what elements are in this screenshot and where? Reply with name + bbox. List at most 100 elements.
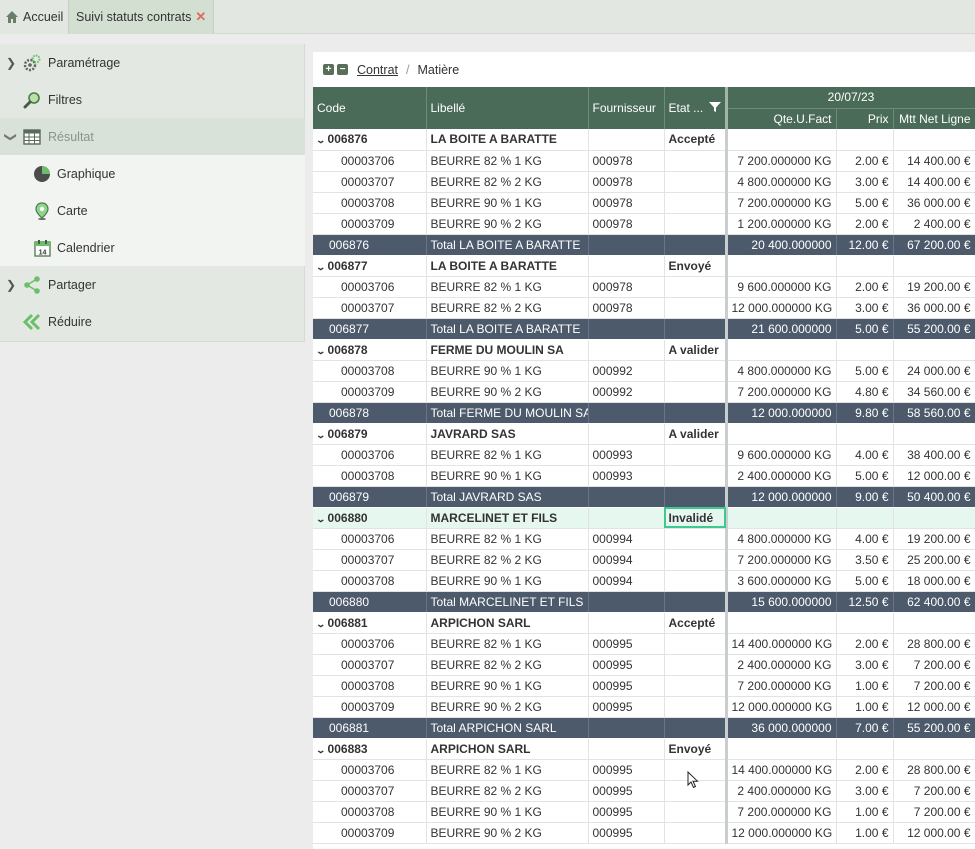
cell-mtt[interactable]: [893, 255, 975, 277]
cell-code[interactable]: 00003708: [313, 801, 427, 823]
cell-qte[interactable]: 14 400.000000 KG: [726, 633, 837, 655]
group-row[interactable]: ⌄006878 FERME DU MOULIN SA A valider: [313, 339, 975, 361]
cell-qte[interactable]: [726, 507, 837, 529]
cell-qte[interactable]: 12 000.000000: [726, 486, 837, 508]
cell-libelle[interactable]: BEURRE 82 % 1 KG: [426, 759, 589, 781]
expand-all-icon[interactable]: +: [323, 64, 334, 75]
cell-code[interactable]: 006879: [313, 486, 427, 508]
cell-prix[interactable]: 2.00 €: [836, 759, 894, 781]
cell-qte[interactable]: 7 200.000000 KG: [726, 675, 837, 697]
cell-mtt[interactable]: [893, 738, 975, 760]
cell-mtt[interactable]: 14 400.00 €: [893, 171, 975, 193]
cell-prix[interactable]: [836, 129, 894, 151]
cell-libelle[interactable]: BEURRE 90 % 2 KG: [426, 213, 589, 235]
cell-prix[interactable]: 4.80 €: [836, 381, 894, 403]
sidebar-item-partager[interactable]: ❯ Partager: [0, 266, 305, 303]
cell-qte[interactable]: 7 200.000000 KG: [726, 192, 837, 214]
cell-prix[interactable]: 5.00 €: [836, 192, 894, 214]
cell-etat[interactable]: Accepté: [664, 612, 728, 634]
cell-fournisseur[interactable]: 000995: [588, 801, 665, 823]
cell-etat[interactable]: [664, 486, 728, 508]
collapse-all-icon[interactable]: −: [337, 64, 348, 75]
cell-libelle[interactable]: BEURRE 82 % 2 KG: [426, 297, 589, 319]
cell-fournisseur[interactable]: [588, 234, 665, 256]
cell-prix[interactable]: 12.50 €: [836, 591, 894, 613]
cell-fournisseur[interactable]: [588, 591, 665, 613]
cell-code[interactable]: 006881: [313, 717, 427, 739]
cell-fournisseur[interactable]: 000995: [588, 654, 665, 676]
cell-qte[interactable]: 2 400.000000 KG: [726, 780, 837, 802]
cell-etat[interactable]: Accepté: [664, 129, 728, 151]
sidebar-item-calendrier[interactable]: 14 Calendrier: [0, 229, 305, 266]
cell-mtt[interactable]: 12 000.00 €: [893, 696, 975, 718]
cell-fournisseur[interactable]: 000995: [588, 633, 665, 655]
cell-libelle[interactable]: BEURRE 90 % 2 KG: [426, 822, 589, 844]
cell-mtt[interactable]: 12 000.00 €: [893, 822, 975, 844]
cell-prix[interactable]: 3.00 €: [836, 171, 894, 193]
cell-etat[interactable]: [664, 549, 728, 571]
cell-mtt[interactable]: 38 400.00 €: [893, 444, 975, 466]
cell-mtt[interactable]: [893, 612, 975, 634]
cell-libelle[interactable]: MARCELINET ET FILS: [426, 507, 589, 529]
cell-etat[interactable]: [664, 444, 728, 466]
cell-qte[interactable]: 9 600.000000 KG: [726, 444, 837, 466]
cell-fournisseur[interactable]: 000993: [588, 444, 665, 466]
cell-libelle[interactable]: ARPICHON SARL: [426, 738, 589, 760]
cell-fournisseur[interactable]: 000993: [588, 465, 665, 487]
cell-qte[interactable]: 15 600.000000: [726, 591, 837, 613]
cell-mtt[interactable]: 55 200.00 €: [893, 318, 975, 340]
cell-libelle[interactable]: BEURRE 82 % 2 KG: [426, 780, 589, 802]
cell-etat[interactable]: [664, 213, 728, 235]
cell-mtt[interactable]: 36 000.00 €: [893, 192, 975, 214]
cell-libelle[interactable]: BEURRE 82 % 1 KG: [426, 633, 589, 655]
cell-libelle[interactable]: Total JAVRARD SAS: [426, 486, 589, 508]
cell-code[interactable]: 00003706: [313, 150, 427, 172]
cell-prix[interactable]: [836, 738, 894, 760]
cell-qte[interactable]: [726, 339, 837, 361]
cell-libelle[interactable]: BEURRE 90 % 1 KG: [426, 192, 589, 214]
cell-mtt[interactable]: 19 200.00 €: [893, 528, 975, 550]
cell-code[interactable]: 00003709: [313, 381, 427, 403]
cell-etat[interactable]: [664, 276, 728, 298]
cell-qte[interactable]: 7 200.000000 KG: [726, 801, 837, 823]
cell-code[interactable]: 006880: [313, 591, 427, 613]
cell-fournisseur[interactable]: [588, 255, 665, 277]
cell-prix[interactable]: 1.00 €: [836, 822, 894, 844]
table-row[interactable]: 00003708 BEURRE 90 % 1 KG 000993 2 400.0000…: [313, 465, 975, 487]
cell-qte[interactable]: 12 000.000000: [726, 402, 837, 424]
cell-qte[interactable]: 21 600.000000: [726, 318, 837, 340]
tab-suivi-statuts-contrats[interactable]: Suivi statuts contrats ✕: [68, 0, 214, 34]
cell-mtt[interactable]: 7 200.00 €: [893, 654, 975, 676]
cell-fournisseur[interactable]: [588, 486, 665, 508]
column-header-mtt[interactable]: Mtt Net Ligne: [893, 107, 975, 129]
cell-libelle[interactable]: BEURRE 90 % 2 KG: [426, 381, 589, 403]
cell-mtt[interactable]: 34 560.00 €: [893, 381, 975, 403]
table-row[interactable]: 00003707 BEURRE 82 % 2 KG 000978 12 000.000…: [313, 297, 975, 319]
cell-qte[interactable]: 3 600.000000 KG: [726, 570, 837, 592]
cell-libelle[interactable]: BEURRE 82 % 2 KG: [426, 171, 589, 193]
cell-prix[interactable]: 9.80 €: [836, 402, 894, 424]
cell-qte[interactable]: 4 800.000000 KG: [726, 171, 837, 193]
total-row[interactable]: 006877 Total LA BOITE A BARATTE 21 600.000…: [313, 318, 975, 340]
collapse-chevron-icon[interactable]: ⌄: [315, 619, 326, 630]
cell-fournisseur[interactable]: 000995: [588, 696, 665, 718]
column-header-prix[interactable]: Prix: [836, 107, 894, 129]
cell-prix[interactable]: [836, 612, 894, 634]
table-row[interactable]: 00003706 BEURRE 82 % 1 KG 000995 14 400.000…: [313, 633, 975, 655]
table-row[interactable]: 00003707 BEURRE 82 % 2 KG 000995 2 400.0000…: [313, 780, 975, 802]
cell-qte[interactable]: 12 000.000000 KG: [726, 696, 837, 718]
cell-qte[interactable]: [726, 423, 837, 445]
cell-qte[interactable]: 12 000.000000 KG: [726, 297, 837, 319]
cell-libelle[interactable]: LA BOITE A BARATTE: [426, 255, 589, 277]
cell-fournisseur[interactable]: 000978: [588, 276, 665, 298]
table-row[interactable]: 00003706 BEURRE 82 % 1 KG 000994 4 800.0000…: [313, 528, 975, 550]
table-row[interactable]: 00003706 BEURRE 82 % 1 KG 000978 7 200.0000…: [313, 150, 975, 172]
cell-etat[interactable]: [664, 591, 728, 613]
cell-fournisseur[interactable]: [588, 738, 665, 760]
cell-etat[interactable]: [664, 633, 728, 655]
cell-libelle[interactable]: BEURRE 90 % 1 KG: [426, 801, 589, 823]
cell-mtt[interactable]: 25 200.00 €: [893, 549, 975, 571]
cell-mtt[interactable]: [893, 339, 975, 361]
cell-prix[interactable]: 3.00 €: [836, 780, 894, 802]
cell-mtt[interactable]: 55 200.00 €: [893, 717, 975, 739]
